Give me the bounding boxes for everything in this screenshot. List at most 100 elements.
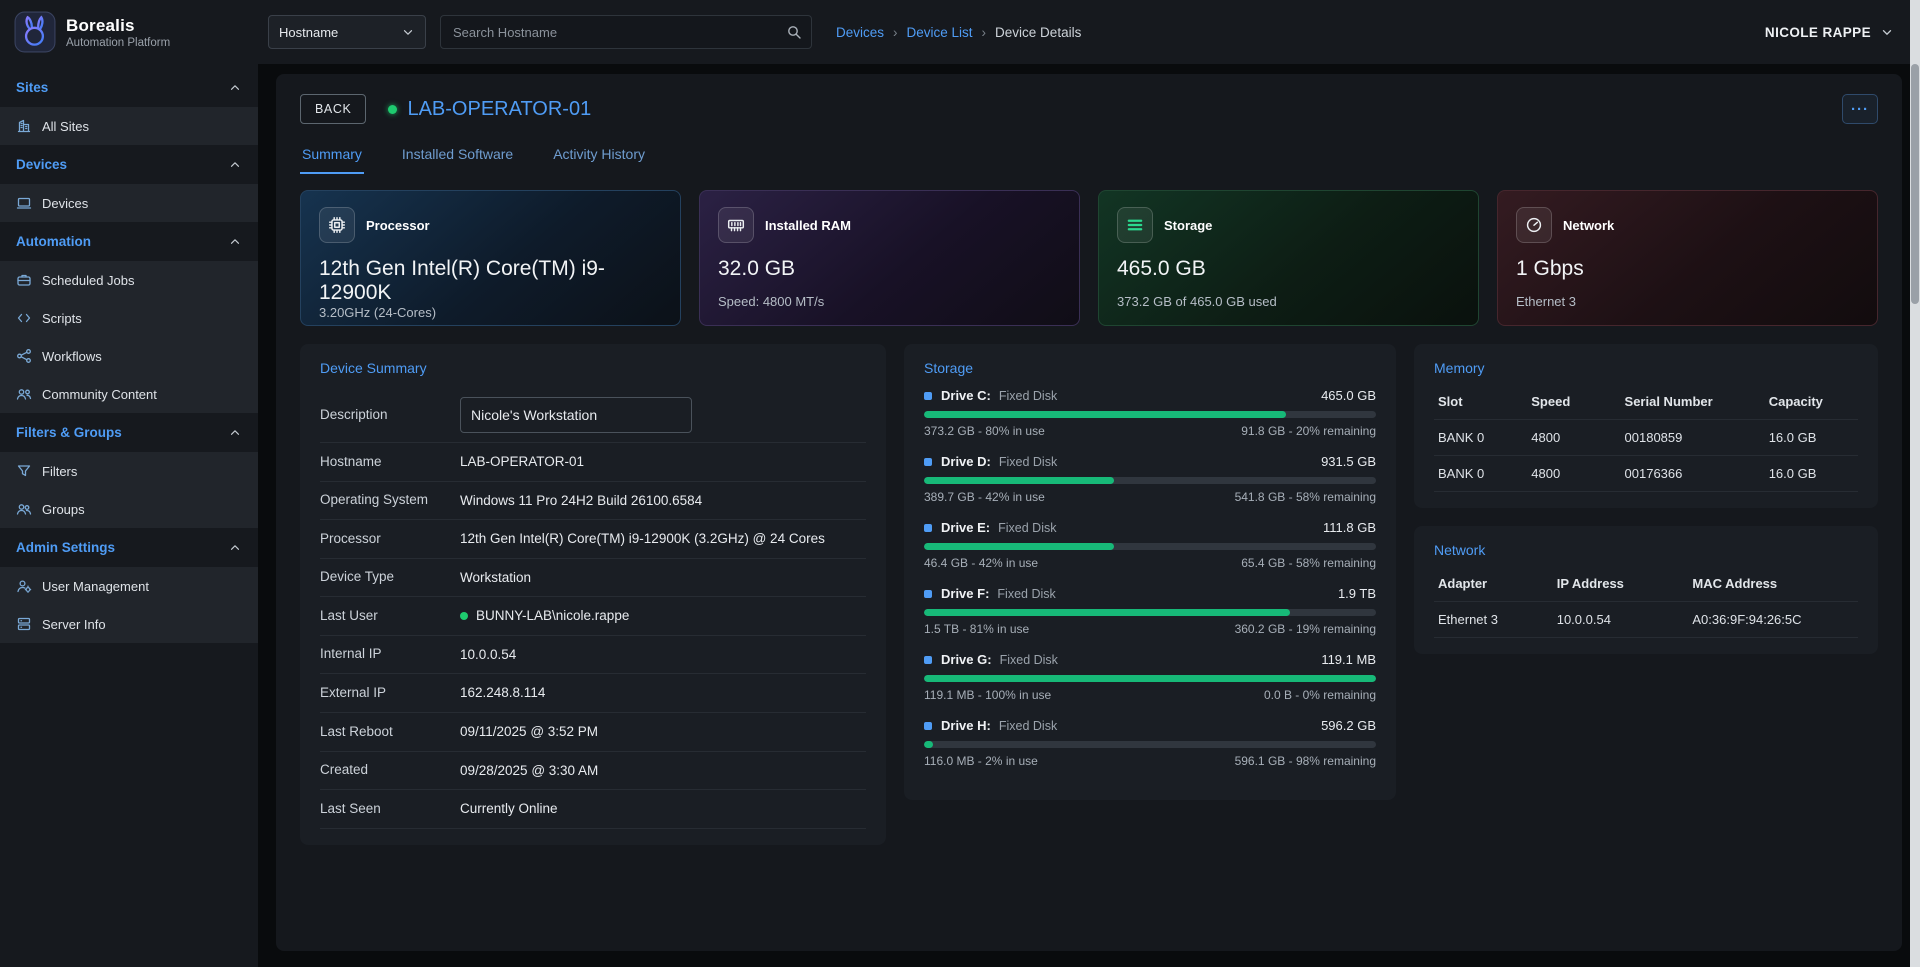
description-input[interactable] <box>460 397 692 433</box>
stat-card-header: Storage <box>1117 207 1460 243</box>
sidebar-item-workflows[interactable]: Workflows <box>0 337 258 375</box>
summary-row-label: Last Reboot <box>320 723 460 741</box>
stat-card-network: Network1 GbpsEthernet 3 <box>1497 190 1878 326</box>
laptop-icon <box>16 195 32 211</box>
summary-value-text: Workstation <box>460 568 531 588</box>
user-name: NICOLE RAPPE <box>1765 25 1871 40</box>
sidebar-section-sites[interactable]: Sites <box>0 68 258 107</box>
table-cell: 10.0.0.54 <box>1553 602 1689 638</box>
sidebar-item-label: Filters <box>42 464 77 479</box>
sidebar-item-scripts[interactable]: Scripts <box>0 299 258 337</box>
sidebar-item-filters[interactable]: Filters <box>0 452 258 490</box>
sidebar-item-label: Scheduled Jobs <box>42 273 135 288</box>
drive-name: Drive C: <box>941 388 991 403</box>
drive-free-text: 91.8 GB - 20% remaining <box>1241 424 1376 438</box>
back-button[interactable]: BACK <box>300 94 366 124</box>
stat-card-ram: Installed RAM32.0 GBSpeed: 4800 MT/s <box>699 190 1080 326</box>
sidebar-item-server-info[interactable]: Server Info <box>0 605 258 643</box>
drive-stats: 46.4 GB - 42% in use65.4 GB - 58% remain… <box>924 556 1376 570</box>
page-scrollbar[interactable] <box>1910 0 1920 967</box>
sidebar-item-scheduled-jobs[interactable]: Scheduled Jobs <box>0 261 258 299</box>
sidebar-item-groups[interactable]: Groups <box>0 490 258 528</box>
briefcase-icon <box>16 272 32 288</box>
chevron-down-icon <box>1880 25 1894 39</box>
sidebar-item-label: All Sites <box>42 119 89 134</box>
memory-panel: Memory SlotSpeedSerial NumberCapacityBAN… <box>1414 344 1878 508</box>
drive-used-text: 116.0 MB - 2% in use <box>924 754 1038 768</box>
drive-bullet-icon <box>924 722 932 730</box>
stat-card-header: Network <box>1516 207 1859 243</box>
drive-usage-fill <box>924 675 1376 682</box>
table-cell: BANK 0 <box>1434 420 1527 456</box>
people-icon <box>16 386 32 402</box>
breadcrumb-device-list[interactable]: Device List <box>907 25 973 40</box>
drive-usage-bar <box>924 543 1376 550</box>
sidebar-section-admin-settings[interactable]: Admin Settings <box>0 528 258 567</box>
memory-table-header-slot: Slot <box>1434 388 1527 420</box>
memory-table: SlotSpeedSerial NumberCapacityBANK 04800… <box>1434 388 1858 492</box>
memory-table-header-speed: Speed <box>1527 388 1620 420</box>
drive-name: Drive E: <box>941 520 990 535</box>
storage-panel: Storage Drive C:Fixed Disk465.0 GB 373.2 … <box>904 344 1396 800</box>
right-column: Memory SlotSpeedSerial NumberCapacityBAN… <box>1414 344 1878 654</box>
summary-value-text: 162.248.8.114 <box>460 683 545 703</box>
stat-card-value: 12th Gen Intel(R) Core(TM) i9-12900K <box>319 257 662 305</box>
summary-row-hostname: HostnameLAB-OPERATOR-01 <box>320 443 866 482</box>
filter-icon <box>16 463 32 479</box>
more-actions-button[interactable]: ··· <box>1842 94 1878 124</box>
breadcrumb-devices[interactable]: Devices <box>836 25 884 40</box>
cpu-icon <box>319 207 355 243</box>
drive-item-drive-g: Drive G:Fixed Disk119.1 MB119.1 MB - 100… <box>924 652 1376 702</box>
sidebar-item-devices[interactable]: Devices <box>0 184 258 222</box>
sidebar-item-all-sites[interactable]: All Sites <box>0 107 258 145</box>
sidebar-section-filters-groups[interactable]: Filters & Groups <box>0 413 258 452</box>
sidebar-item-user-management[interactable]: User Management <box>0 567 258 605</box>
ram-icon <box>718 207 754 243</box>
search-icon[interactable] <box>786 24 802 40</box>
sidebar-item-label: Scripts <box>42 311 82 326</box>
sidebar-item-community-content[interactable]: Community Content <box>0 375 258 413</box>
drive-header: Drive F:Fixed Disk1.9 TB <box>924 586 1376 601</box>
stat-card-header: Processor <box>319 207 662 243</box>
drive-free-text: 65.4 GB - 58% remaining <box>1241 556 1376 570</box>
tab-activity-history[interactable]: Activity History <box>551 138 647 174</box>
sidebar-section-label: Sites <box>16 80 48 95</box>
storage-title: Storage <box>924 360 1376 376</box>
device-details-panel: BACK LAB-OPERATOR-01 ··· Summary Installe… <box>276 74 1902 951</box>
drive-size: 596.2 GB <box>1321 718 1376 733</box>
network-panel: Network AdapterIP AddressMAC AddressEthe… <box>1414 526 1878 654</box>
summary-row-value: 12th Gen Intel(R) Core(TM) i9-12900K (3.… <box>460 529 866 549</box>
people-group-icon <box>16 501 32 517</box>
summary-value-text: 12th Gen Intel(R) Core(TM) i9-12900K (3.… <box>460 529 825 549</box>
scrollbar-thumb[interactable] <box>1911 64 1919 304</box>
chevron-down-icon <box>401 25 415 39</box>
logo-text: Borealis Automation Platform <box>66 16 170 49</box>
hostname-filter-select[interactable]: Hostname <box>268 15 426 49</box>
summary-row-value: LAB-OPERATOR-01 <box>460 452 866 472</box>
sidebar-section-devices[interactable]: Devices <box>0 145 258 184</box>
summary-row-label: External IP <box>320 684 460 702</box>
table-cell: 16.0 GB <box>1765 456 1858 492</box>
sidebar-section-automation[interactable]: Automation <box>0 222 258 261</box>
table-cell: Ethernet 3 <box>1434 602 1553 638</box>
search-input[interactable] <box>440 15 812 49</box>
summary-value-text: BUNNY-LAB\nicole.rappe <box>476 606 629 626</box>
summary-row-label: Description <box>320 406 460 424</box>
summary-row-label: Created <box>320 761 460 779</box>
stat-card-label: Network <box>1563 218 1614 233</box>
sidebar-item-label: User Management <box>42 579 149 594</box>
drive-size: 119.1 MB <box>1321 652 1376 667</box>
breadcrumb-device-details: Device Details <box>995 25 1081 40</box>
summary-row-label: Operating System <box>320 491 460 509</box>
breadcrumb-separator: › <box>982 25 987 40</box>
borealis-bunny-logo-icon <box>14 11 56 53</box>
app-logo[interactable]: Borealis Automation Platform <box>0 0 258 64</box>
drive-stats: 373.2 GB - 80% in use91.8 GB - 20% remai… <box>924 424 1376 438</box>
sidebar-section-label: Devices <box>16 157 67 172</box>
breadcrumb-separator: › <box>893 25 898 40</box>
summary-row-label: Last Seen <box>320 800 460 818</box>
drive-header: Drive C:Fixed Disk465.0 GB <box>924 388 1376 403</box>
tab-installed-software[interactable]: Installed Software <box>400 138 515 174</box>
user-menu[interactable]: NICOLE RAPPE <box>1765 25 1894 40</box>
tab-summary[interactable]: Summary <box>300 138 364 174</box>
